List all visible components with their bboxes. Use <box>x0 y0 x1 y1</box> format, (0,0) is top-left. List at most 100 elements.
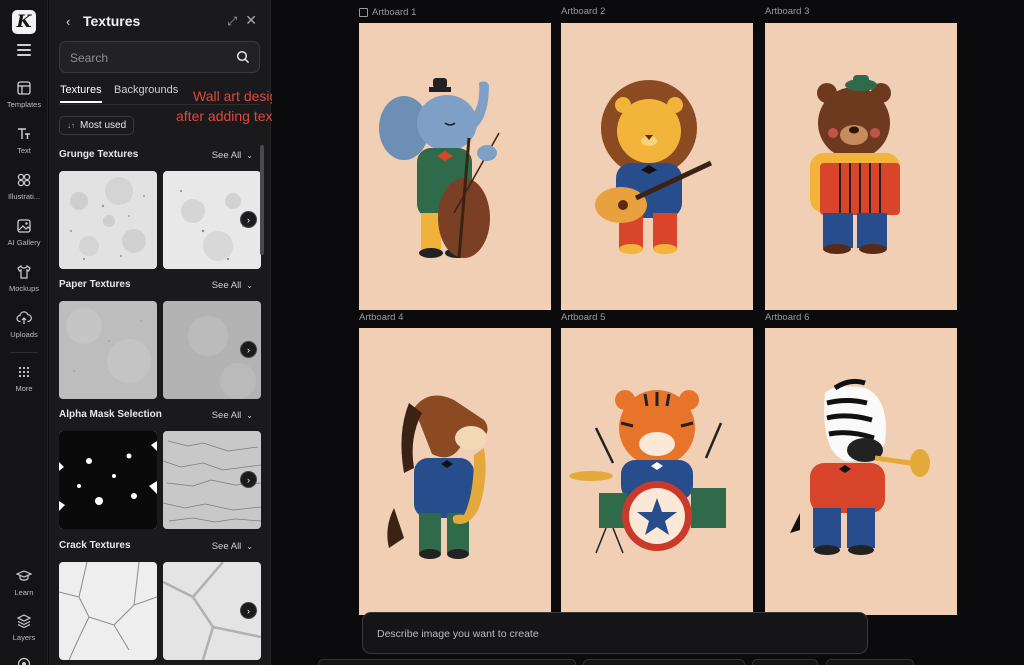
artboard-label-3[interactable]: Artboard 3 <box>765 6 809 17</box>
paper-texture-image <box>59 301 157 399</box>
artboard-label-text: Artboard 1 <box>372 7 417 18</box>
artboard-label-6[interactable]: Artboard 6 <box>765 312 809 323</box>
artboard-1[interactable] <box>359 23 551 310</box>
sort-icon: ↓↑ <box>67 121 75 130</box>
section-title-alpha-mask: Alpha Mask Selection <box>59 409 162 420</box>
artboard-label-2[interactable]: Artboard 2 <box>561 6 605 17</box>
see-all-paper[interactable]: See All ⌄ <box>212 280 253 291</box>
bottom-toolbar-pill[interactable] <box>583 659 745 665</box>
see-all-label: See All <box>211 280 242 291</box>
rail-item-label: Uploads <box>10 330 38 339</box>
artboard-4[interactable] <box>359 328 551 615</box>
chevron-down-icon: ⌄ <box>246 281 253 290</box>
rail-item-ai-gallery[interactable]: AI Gallery <box>0 218 48 247</box>
search-icon[interactable] <box>236 50 250 64</box>
text-icon <box>18 128 30 139</box>
frame-icon <box>359 8 368 17</box>
rail-item-templates[interactable]: Templates <box>0 80 48 109</box>
artboard-6[interactable] <box>765 328 957 615</box>
ai-gallery-icon <box>17 219 31 233</box>
rail-item-uploads[interactable]: Uploads <box>0 310 48 339</box>
tab-textures[interactable]: Textures <box>60 84 102 103</box>
rail-item-mockups[interactable]: Mockups <box>0 264 48 293</box>
rail-item-label: Illustrati... <box>7 192 41 201</box>
close-icon[interactable]: ✕ <box>245 12 257 29</box>
horse-sax-illustration <box>387 395 488 559</box>
artboard-3[interactable] <box>765 23 957 310</box>
see-all-label: See All <box>211 541 242 552</box>
rail-item-label: Layers <box>12 633 36 642</box>
see-all-alpha-mask[interactable]: See All ⌄ <box>212 410 253 421</box>
elephant-bass-illustration <box>379 78 500 259</box>
ai-prompt-input[interactable] <box>377 625 847 643</box>
search-input[interactable] <box>70 49 230 67</box>
rail-item-label: AI Gallery <box>7 238 41 247</box>
rail-item-label: Learn <box>14 588 34 597</box>
artboard-label-text: Artboard 4 <box>359 312 404 323</box>
expand-icon[interactable]: ⤢ <box>227 14 237 29</box>
tiger-drums-illustration <box>569 390 726 554</box>
texture-thumb[interactable] <box>59 431 157 529</box>
zebra-trumpet-illustration <box>790 378 930 555</box>
rail-item-learn[interactable]: Learn <box>0 568 48 597</box>
section-title-crack: Crack Textures <box>59 540 131 551</box>
artboard-label-text: Artboard 6 <box>765 312 810 323</box>
rail-item-label: Text <box>17 146 31 155</box>
artboard-label-1[interactable]: Artboard 1 <box>359 7 416 18</box>
texture-thumb[interactable] <box>59 301 157 399</box>
next-arrow-button[interactable]: › <box>240 471 257 488</box>
tshirt-icon <box>17 264 31 279</box>
chevron-down-icon: ⌄ <box>246 542 253 551</box>
next-arrow-button[interactable]: › <box>240 211 257 228</box>
artboard-label-5[interactable]: Artboard 5 <box>561 312 605 323</box>
upload-icon <box>16 311 32 324</box>
rail-item-label: Mockups <box>8 284 39 293</box>
next-arrow-button[interactable]: › <box>240 602 257 619</box>
rail-item-label: Templates <box>6 100 42 109</box>
rail-divider <box>10 352 38 353</box>
artboard-5[interactable] <box>561 328 753 615</box>
sort-most-used-chip[interactable]: ↓↑ Most used <box>59 116 135 135</box>
see-all-crack[interactable]: See All ⌄ <box>212 541 253 552</box>
bottom-toolbar-pill[interactable] <box>752 659 818 665</box>
rail-item-layers[interactable]: Layers <box>0 613 48 642</box>
rail-item-label: More <box>15 384 33 393</box>
grunge-texture-image <box>59 171 157 269</box>
artboard-label-text: Artboard 2 <box>561 6 606 17</box>
artboard-label-text: Artboard 3 <box>765 6 810 17</box>
chevron-down-icon: ⌄ <box>246 411 253 420</box>
see-all-grunge[interactable]: See All ⌄ <box>212 150 253 161</box>
crack-texture-image <box>59 562 157 660</box>
texture-thumb[interactable] <box>59 562 157 660</box>
rail-item-illustrations[interactable]: Illustrati... <box>0 172 48 201</box>
lion-guitar-illustration <box>595 80 713 254</box>
brand-logo[interactable]: K <box>12 10 36 34</box>
artboard-label-text: Artboard 5 <box>561 312 606 323</box>
rail-item-text[interactable]: Text <box>0 126 48 155</box>
help-icon[interactable] <box>17 657 31 665</box>
artboard-2[interactable] <box>561 23 753 310</box>
section-title-paper: Paper Textures <box>59 279 131 290</box>
panel-title: Textures <box>83 13 141 29</box>
panel-scrollbar[interactable] <box>260 145 264 255</box>
tab-backgrounds[interactable]: Backgrounds <box>114 84 178 96</box>
see-all-label: See All <box>211 150 242 161</box>
grid-dots-icon <box>18 366 30 378</box>
illustrations-icon <box>17 173 31 187</box>
bottom-toolbar-pill[interactable] <box>318 659 576 665</box>
panel-header: ‹ Textures ⤢ ✕ <box>49 0 271 42</box>
menu-icon[interactable] <box>17 44 31 56</box>
bottom-toolbar-pill[interactable] <box>826 659 914 665</box>
template-icon <box>17 81 31 95</box>
artboard-label-4[interactable]: Artboard 4 <box>359 312 403 323</box>
ai-prompt-box <box>362 612 868 654</box>
texture-thumb[interactable] <box>59 171 157 269</box>
back-chevron-icon[interactable]: ‹ <box>66 14 70 29</box>
alpha-mask-image <box>59 431 157 529</box>
chevron-down-icon: ⌄ <box>246 151 253 160</box>
graduation-cap-icon <box>16 570 32 581</box>
see-all-label: See All <box>211 410 242 421</box>
rail-item-more[interactable]: More <box>0 364 48 393</box>
layers-icon <box>16 614 32 629</box>
next-arrow-button[interactable]: › <box>240 341 257 358</box>
